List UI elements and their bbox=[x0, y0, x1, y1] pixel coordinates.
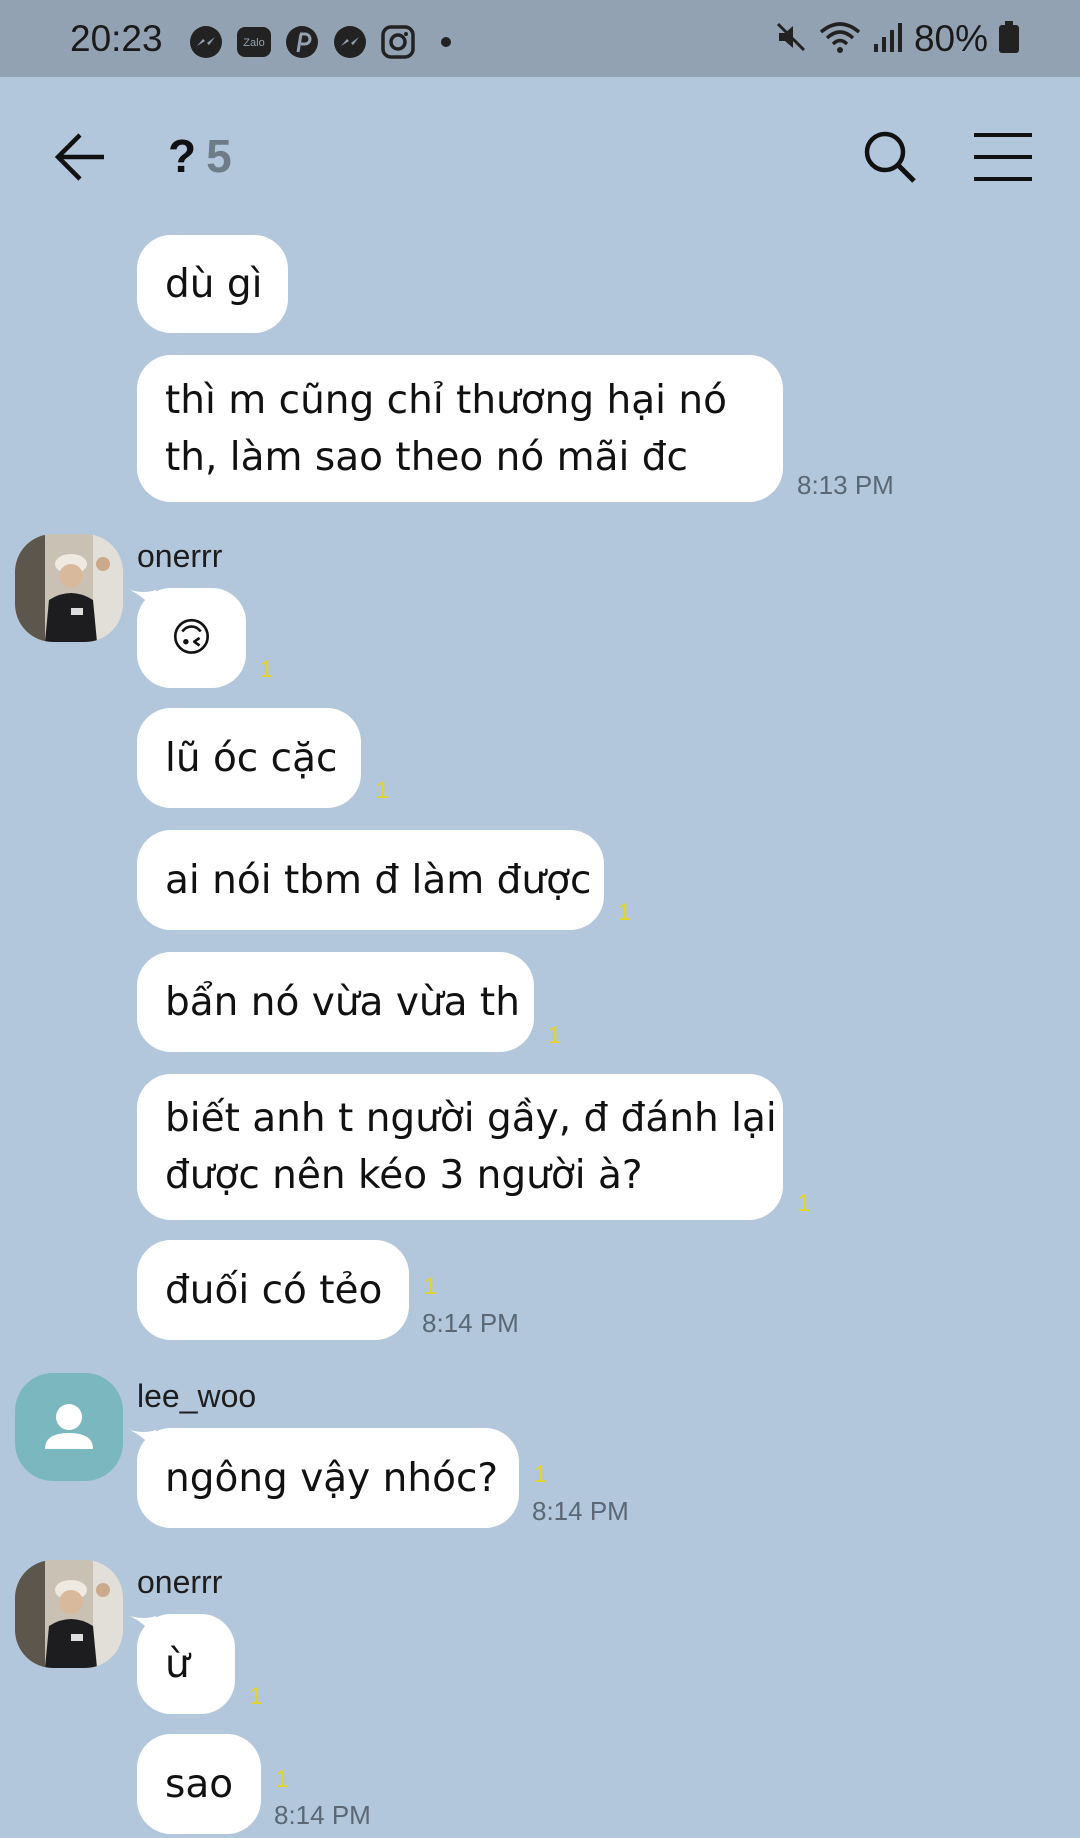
message-bubble[interactable]: ai nói tbm đ làm được bbox=[137, 830, 604, 930]
instagram-icon bbox=[380, 24, 416, 60]
message-time: 8:14 PM bbox=[422, 1308, 519, 1338]
sender-name: onerrr bbox=[137, 1564, 223, 1600]
message-text: ai nói tbm đ làm được bbox=[165, 857, 592, 903]
unread-count: 1 bbox=[797, 1190, 811, 1217]
message-time: 8:13 PM bbox=[797, 470, 894, 500]
message-bubble[interactable]: ngông vậy nhóc? bbox=[137, 1428, 519, 1528]
menu-button[interactable] bbox=[972, 131, 1034, 183]
messenger-icon bbox=[332, 24, 368, 60]
message-text: 🙃 bbox=[170, 614, 213, 661]
message-text-line: được nên kéo 3 người à? bbox=[165, 1153, 643, 1198]
battery-percent: 80% bbox=[913, 18, 988, 59]
message-text: bẩn nó vừa vừa th bbox=[165, 979, 520, 1025]
status-bar: 20:23 Zalo 80% bbox=[0, 0, 1080, 77]
back-button[interactable] bbox=[52, 127, 112, 187]
message-bubble[interactable]: bẩn nó vừa vừa th bbox=[137, 952, 534, 1052]
hamburger-menu-icon bbox=[974, 133, 1032, 181]
member-count: 5 bbox=[206, 130, 232, 182]
message-bubble[interactable]: lũ óc cặc bbox=[137, 708, 361, 808]
message-time: 8:14 PM bbox=[532, 1496, 629, 1526]
more-notifications-dot-icon bbox=[428, 24, 464, 60]
battery-icon bbox=[998, 20, 1020, 58]
default-user-icon bbox=[45, 1404, 93, 1449]
message-bubble[interactable]: dù gì bbox=[137, 235, 288, 333]
search-button[interactable] bbox=[860, 127, 920, 187]
pinterest-icon bbox=[284, 24, 320, 60]
mute-icon bbox=[774, 20, 808, 58]
message-text: đuối có tẻo bbox=[165, 1267, 383, 1313]
wifi-icon bbox=[818, 20, 862, 58]
message-text: lũ óc cặc bbox=[165, 735, 338, 781]
unread-count: 1 bbox=[618, 899, 632, 926]
message-bubble[interactable]: sao bbox=[137, 1734, 261, 1834]
arrow-left-icon bbox=[54, 133, 104, 181]
message-bubble[interactable]: thì m cũng chỉ thương hại nó th, làm sao… bbox=[137, 355, 783, 502]
unread-count: 1 bbox=[275, 1766, 289, 1793]
avatar[interactable] bbox=[15, 1560, 123, 1668]
message-text: ngông vậy nhóc? bbox=[165, 1455, 499, 1501]
unread-count: 1 bbox=[534, 1461, 548, 1488]
message-bubble[interactable]: đuối có tẻo bbox=[137, 1240, 409, 1340]
message-bubble[interactable]: biết anh t người gầy, đ đánh lại được nê… bbox=[137, 1074, 783, 1220]
message-text: dù gì bbox=[165, 261, 263, 307]
unread-count: 1 bbox=[249, 1683, 263, 1710]
unread-count: 1 bbox=[424, 1273, 438, 1300]
avatar[interactable] bbox=[15, 534, 123, 642]
unread-count: 1 bbox=[260, 656, 274, 683]
message-text-line: thì m cũng chỉ thương hại nó bbox=[165, 377, 727, 423]
message-text-line: biết anh t người gầy, đ đánh lại bbox=[165, 1096, 777, 1141]
message-text: sao bbox=[165, 1761, 234, 1807]
sender-name: onerrr bbox=[137, 538, 223, 574]
message-text: ừ bbox=[165, 1641, 190, 1687]
notification-icons: Zalo bbox=[188, 24, 464, 60]
unread-count: 1 bbox=[376, 777, 390, 804]
message-time: 8:14 PM bbox=[274, 1800, 371, 1830]
message-text-line: th, làm sao theo nó mãi đc bbox=[165, 434, 688, 480]
zalo-icon: Zalo bbox=[236, 24, 272, 60]
chat-header: ? 5 bbox=[0, 77, 1080, 233]
search-icon bbox=[864, 131, 916, 183]
messenger-icon bbox=[188, 24, 224, 60]
message-bubble[interactable]: ừ bbox=[137, 1614, 235, 1714]
system-indicators: 80% bbox=[774, 18, 1020, 60]
svg-text:Zalo: Zalo bbox=[243, 37, 264, 49]
chat-title[interactable]: ? 5 bbox=[168, 129, 232, 183]
unread-count: 1 bbox=[548, 1022, 562, 1049]
user-photo-avatar bbox=[15, 534, 123, 642]
sender-name: lee_woo bbox=[137, 1378, 257, 1414]
avatar[interactable] bbox=[15, 1373, 123, 1481]
status-time: 20:23 bbox=[70, 18, 163, 59]
signal-icon bbox=[872, 20, 904, 58]
message-bubble[interactable]: 🙃 bbox=[137, 588, 246, 688]
user-photo-avatar bbox=[15, 1560, 123, 1668]
chat-name: ? bbox=[168, 130, 197, 182]
